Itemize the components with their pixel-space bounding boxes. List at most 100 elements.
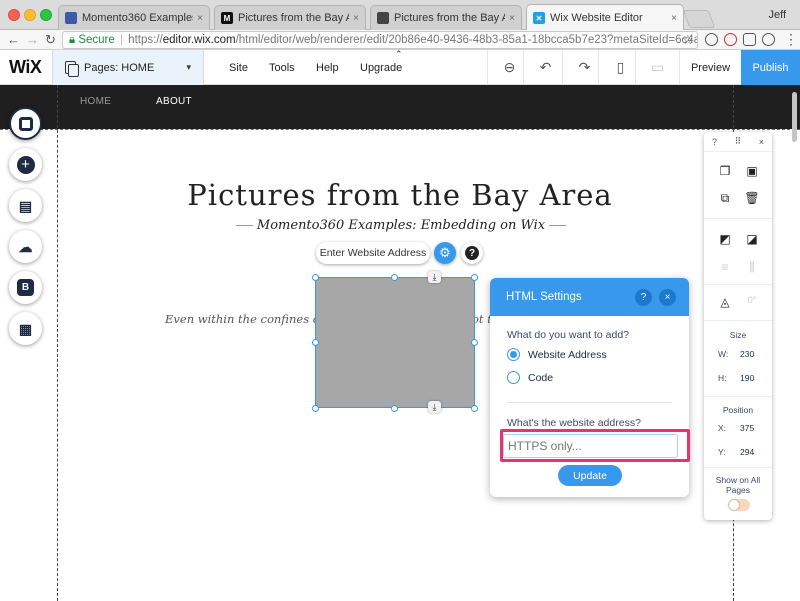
window-zoom-button[interactable] [40, 9, 52, 21]
properties-panel-top: ? ⠿ × [704, 132, 772, 152]
resize-handle[interactable] [391, 274, 398, 281]
undo-icon[interactable]: ↶ [523, 50, 567, 85]
trash-icon[interactable]: 🗑︎ [744, 191, 760, 205]
bookmark-star-icon[interactable]: ☆ [682, 32, 694, 48]
menu-help[interactable]: Help [316, 62, 339, 74]
tab-close-icon[interactable]: × [353, 13, 359, 24]
resize-handle[interactable] [312, 274, 319, 281]
gear-icon[interactable]: ⚙ [434, 242, 456, 264]
anchor-bottom-icon[interactable]: ⤓ [428, 401, 441, 413]
resize-handle[interactable] [391, 405, 398, 412]
save-icon[interactable]: ▭ [635, 50, 679, 85]
align-icon[interactable]: ≡ [717, 260, 733, 274]
extension-record-icon[interactable] [724, 33, 737, 46]
sidebar-upload-button[interactable]: ☁ [9, 230, 42, 263]
rotation-value[interactable]: 0° [744, 295, 760, 305]
panel-close-icon[interactable]: × [659, 289, 676, 306]
props-help-icon[interactable]: ? [712, 137, 717, 147]
preview-button[interactable]: Preview [679, 50, 741, 85]
code-radio[interactable]: Code [507, 371, 553, 384]
extension-circle-icon[interactable] [762, 33, 775, 46]
resize-handle[interactable] [471, 274, 478, 281]
sidebar-add-button[interactable]: + [9, 148, 42, 181]
calendar-icon: ▦ [18, 320, 33, 337]
medium-favicon-icon: M [221, 12, 233, 24]
new-tab-button[interactable] [682, 10, 716, 28]
paste-icon[interactable]: ▣ [744, 164, 760, 178]
address-bar: ← → ↻ 🔒︎ Secure | https://editor.wix.com… [0, 30, 800, 50]
sidebar-blog-button[interactable]: B [9, 271, 42, 304]
tab-momento360-examples[interactable]: Momento360 Examples: Embe × [58, 5, 210, 30]
menu-upgrade[interactable]: Upgrade [360, 62, 402, 74]
send-backward-icon[interactable]: ◪ [744, 232, 760, 246]
window-minimize-button[interactable] [24, 9, 36, 21]
extension-info-icon[interactable] [705, 33, 718, 46]
site-header[interactable]: HOME ABOUT [0, 85, 800, 129]
page-scrollbar[interactable] [792, 92, 797, 142]
panel-title: HTML Settings [506, 291, 582, 303]
sidebar-app-market-button[interactable]: ▤ [9, 189, 42, 222]
chevron-down-icon: ▾ [186, 62, 191, 72]
tab-close-icon[interactable]: × [671, 13, 677, 24]
publish-button[interactable]: Publish [741, 50, 800, 85]
tab-close-icon[interactable]: × [197, 13, 203, 24]
rotate-icon[interactable]: ◬ [717, 295, 733, 309]
radio-empty-icon[interactable] [507, 371, 520, 384]
extension-square-icon[interactable] [743, 33, 756, 46]
back-arrow-icon[interactable]: ← [7, 32, 20, 48]
tab-pictures-bay-area-medium[interactable]: M Pictures from the Bay Area – M × [214, 5, 366, 30]
copy-icon[interactable]: ❐ [717, 164, 733, 178]
bring-forward-icon[interactable]: ◩ [717, 232, 733, 246]
width-value[interactable]: 230 [740, 349, 754, 359]
window-close-button[interactable] [8, 9, 20, 21]
panel-help-icon[interactable]: ? [635, 289, 652, 306]
enter-website-address-button[interactable]: Enter Website Address [316, 242, 430, 264]
html-settings-header[interactable]: HTML Settings ? × [490, 278, 689, 316]
url-field[interactable]: 🔒︎ Secure | https://editor.wix.com/html/… [62, 31, 698, 49]
element-help-button[interactable]: ? [461, 242, 483, 264]
secure-label: Secure [78, 34, 115, 46]
reload-icon[interactable]: ↻ [45, 32, 56, 48]
radio-selected-icon[interactable] [507, 348, 520, 361]
page-subtitle[interactable]: Momento360 Examples: Embedding on Wix [236, 218, 567, 233]
x-value[interactable]: 375 [740, 423, 754, 433]
anchor-top-icon[interactable]: ⤓ [428, 271, 441, 283]
resize-handle[interactable] [312, 339, 319, 346]
resize-handle[interactable] [312, 405, 319, 412]
site-nav-about[interactable]: ABOUT [156, 96, 192, 107]
sidebar-menus-button[interactable] [9, 107, 42, 140]
header-divider [0, 129, 800, 130]
resize-handle[interactable] [471, 405, 478, 412]
cloud-upload-icon: ☁ [18, 238, 33, 255]
y-value[interactable]: 294 [740, 447, 754, 457]
panel-divider [704, 467, 772, 468]
forward-arrow-icon[interactable]: → [26, 32, 39, 48]
duplicate-icon[interactable]: ⧉ [717, 191, 733, 206]
website-address-radio[interactable]: Website Address [507, 348, 607, 361]
site-nav-home[interactable]: HOME [80, 96, 111, 107]
tab-pictures-bay-area[interactable]: Pictures from the Bay Area × [370, 5, 522, 30]
subtitle-text: Momento360 Examples: Embedding on Wix [256, 218, 546, 233]
menu-site[interactable]: Site [229, 62, 248, 74]
html-embed-element[interactable] [315, 277, 475, 408]
distribute-icon[interactable]: ⫼ [744, 260, 760, 275]
update-button[interactable]: Update [558, 465, 622, 486]
tab-wix-website-editor[interactable]: ✕ Wix Website Editor × [526, 4, 684, 31]
sidebar-bookings-button[interactable]: ▦ [9, 312, 42, 345]
height-value[interactable]: 190 [740, 373, 754, 383]
browser-menu-icon[interactable]: ⋮ [784, 31, 798, 48]
props-close-icon[interactable]: × [759, 137, 764, 147]
pages-dropdown[interactable]: Pages: HOME ▾ [52, 50, 204, 85]
menu-tools[interactable]: Tools [269, 62, 295, 74]
collapse-toolbar-icon[interactable]: ⌃ [395, 49, 403, 60]
tab-label: Pictures from the Bay Area [394, 12, 505, 24]
width-key: W: [718, 349, 729, 359]
lock-icon: 🔒︎ [69, 34, 76, 46]
resize-handle[interactable] [471, 339, 478, 346]
page-title[interactable]: Pictures from the Bay Area [60, 178, 740, 212]
drag-handle-icon[interactable]: ⠿ [735, 136, 742, 147]
show-on-all-pages-toggle[interactable] [728, 499, 750, 511]
address-question: What's the website address? [507, 417, 641, 429]
profile-name[interactable]: Jeff [768, 9, 786, 21]
tab-close-icon[interactable]: × [509, 13, 515, 24]
